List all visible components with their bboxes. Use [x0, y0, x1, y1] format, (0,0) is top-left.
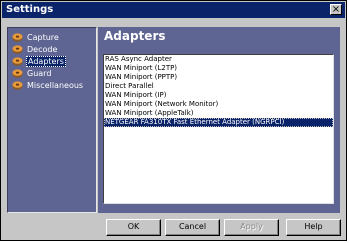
nav-label: Guard — [27, 69, 52, 78]
disk-icon — [12, 45, 23, 54]
adapter-list-item[interactable]: WAN Miniport (PPTP) — [104, 73, 333, 82]
window-title: Settings — [6, 4, 54, 15]
adapters-panel: Adapters RAS Async Adapter WAN Miniport … — [98, 27, 340, 213]
panel-header: Adapters — [99, 28, 339, 44]
adapter-list-item[interactable]: Direct Parallel — [104, 82, 333, 91]
adapter-list-item[interactable]: WAN Miniport (L2TP) — [104, 64, 333, 73]
settings-window: Settings × Capture Decode Adapters Guard… — [0, 0, 347, 241]
ok-button[interactable]: OK — [106, 219, 161, 236]
adapter-list-item[interactable]: WAN Miniport (IP) — [104, 91, 333, 100]
adapter-list-item[interactable]: RAS Async Adapter — [104, 55, 333, 64]
apply-button[interactable]: Apply — [224, 219, 279, 236]
category-nav: Capture Decode Adapters Guard Miscellane… — [7, 27, 97, 213]
nav-label: Capture — [27, 33, 59, 42]
close-icon: × — [331, 4, 341, 15]
help-button[interactable]: Help — [286, 219, 341, 236]
nav-label: Decode — [27, 45, 58, 54]
disk-icon — [12, 81, 23, 90]
disk-icon — [12, 57, 23, 66]
disk-icon — [12, 69, 23, 78]
nav-label: Adapters — [26, 56, 66, 67]
cancel-button[interactable]: Cancel — [165, 219, 220, 236]
nav-label: Miscellaneous — [27, 81, 84, 90]
adapter-list-item[interactable]: WAN Miniport (AppleTalk) — [104, 109, 333, 118]
adapter-list-item[interactable]: WAN Miniport (Network Monitor) — [104, 100, 333, 109]
nav-item-miscellaneous[interactable]: Miscellaneous — [12, 79, 84, 92]
title-bar[interactable]: Settings × — [2, 2, 345, 18]
panel-title: Adapters — [104, 29, 166, 43]
close-button[interactable]: × — [330, 4, 342, 15]
adapter-list-item-selected[interactable]: NETGEAR FA310TX Fast Ethernet Adapter (N… — [104, 118, 333, 127]
disk-icon — [12, 33, 23, 42]
adapter-listbox[interactable]: RAS Async Adapter WAN Miniport (L2TP) WA… — [103, 54, 334, 204]
